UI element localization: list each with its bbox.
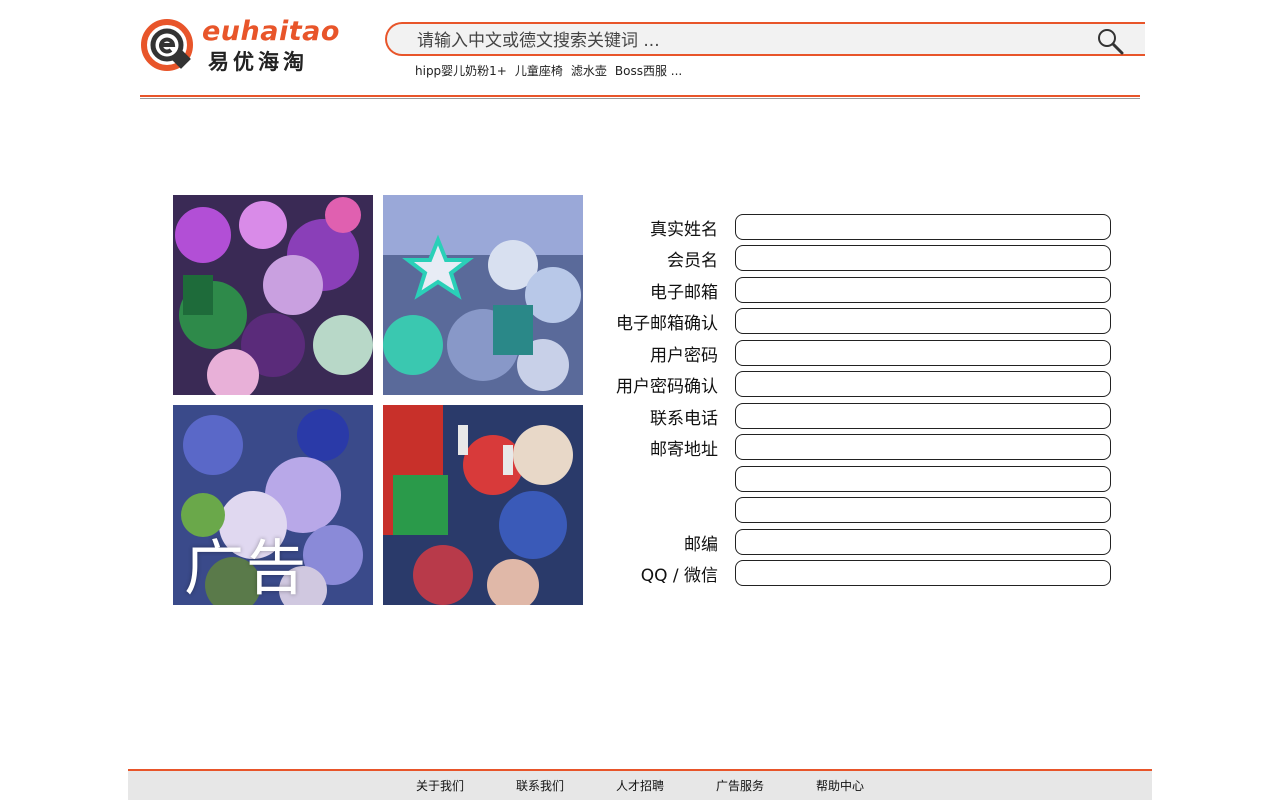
search-icon[interactable] <box>1096 27 1124 55</box>
email-confirm-field[interactable] <box>735 308 1111 334</box>
ad-image-santas[interactable] <box>383 405 583 605</box>
hot-keyword-link[interactable]: 儿童座椅 <box>515 62 563 79</box>
password-confirm-field[interactable] <box>735 371 1111 397</box>
password-field[interactable] <box>735 340 1111 366</box>
footer-link-contact[interactable]: 联系我们 <box>516 777 564 794</box>
phone-field[interactable] <box>735 403 1111 429</box>
logo-mark-icon <box>141 19 193 71</box>
brand-name-cn: 易优海淘 <box>208 50 308 74</box>
footer: 关于我们 联系我们 人才招聘 广告服务 帮助中心 <box>128 771 1152 800</box>
label-real-name: 真实姓名 <box>650 220 718 240</box>
label-member-name: 会员名 <box>667 251 718 271</box>
ad-label: 广告 <box>184 534 308 604</box>
footer-link-advertising[interactable]: 广告服务 <box>716 777 764 794</box>
ad-image-ornaments[interactable] <box>383 195 583 395</box>
label-phone: 联系电话 <box>650 409 718 429</box>
footer-nav: 关于我们 联系我们 人才招聘 广告服务 帮助中心 <box>128 771 1152 800</box>
email-field[interactable] <box>735 277 1111 303</box>
header-divider-thin <box>140 98 1140 99</box>
hot-keyword-link[interactable]: 滤水壶 <box>571 62 607 79</box>
search-input[interactable] <box>415 27 1079 55</box>
label-address: 邮寄地址 <box>650 440 718 460</box>
label-password-confirm: 用户密码确认 <box>616 377 718 397</box>
hot-keyword-link[interactable]: hipp婴儿奶粉1+ <box>415 62 507 79</box>
label-qq-wechat: QQ / 微信 <box>640 566 718 586</box>
label-email: 电子邮箱 <box>650 283 718 303</box>
label-email-confirm: 电子邮箱确认 <box>616 314 718 334</box>
label-password: 用户密码 <box>650 346 718 366</box>
qq-wechat-field[interactable] <box>735 560 1111 586</box>
label-postcode: 邮编 <box>684 535 718 555</box>
footer-link-help[interactable]: 帮助中心 <box>816 777 864 794</box>
address-field-line3[interactable] <box>735 497 1111 523</box>
search-bar <box>385 22 1145 56</box>
footer-link-careers[interactable]: 人才招聘 <box>616 777 664 794</box>
address-field-line1[interactable] <box>735 434 1111 460</box>
site-logo[interactable]: euhaitao 易优海淘 <box>140 16 339 76</box>
footer-link-about[interactable]: 关于我们 <box>416 777 464 794</box>
ad-image-figurines[interactable] <box>173 195 373 395</box>
real-name-field[interactable] <box>735 214 1111 240</box>
header-divider <box>140 95 1140 97</box>
brand-name-en: euhaitao <box>202 16 340 47</box>
hot-keywords: hipp婴儿奶粉1+ 儿童座椅 滤水壶 Boss西服 ... <box>415 62 682 79</box>
postcode-field[interactable] <box>735 529 1111 555</box>
member-name-field[interactable] <box>735 245 1111 271</box>
hot-keyword-link[interactable]: Boss西服 ... <box>615 62 682 79</box>
address-field-line2[interactable] <box>735 466 1111 492</box>
